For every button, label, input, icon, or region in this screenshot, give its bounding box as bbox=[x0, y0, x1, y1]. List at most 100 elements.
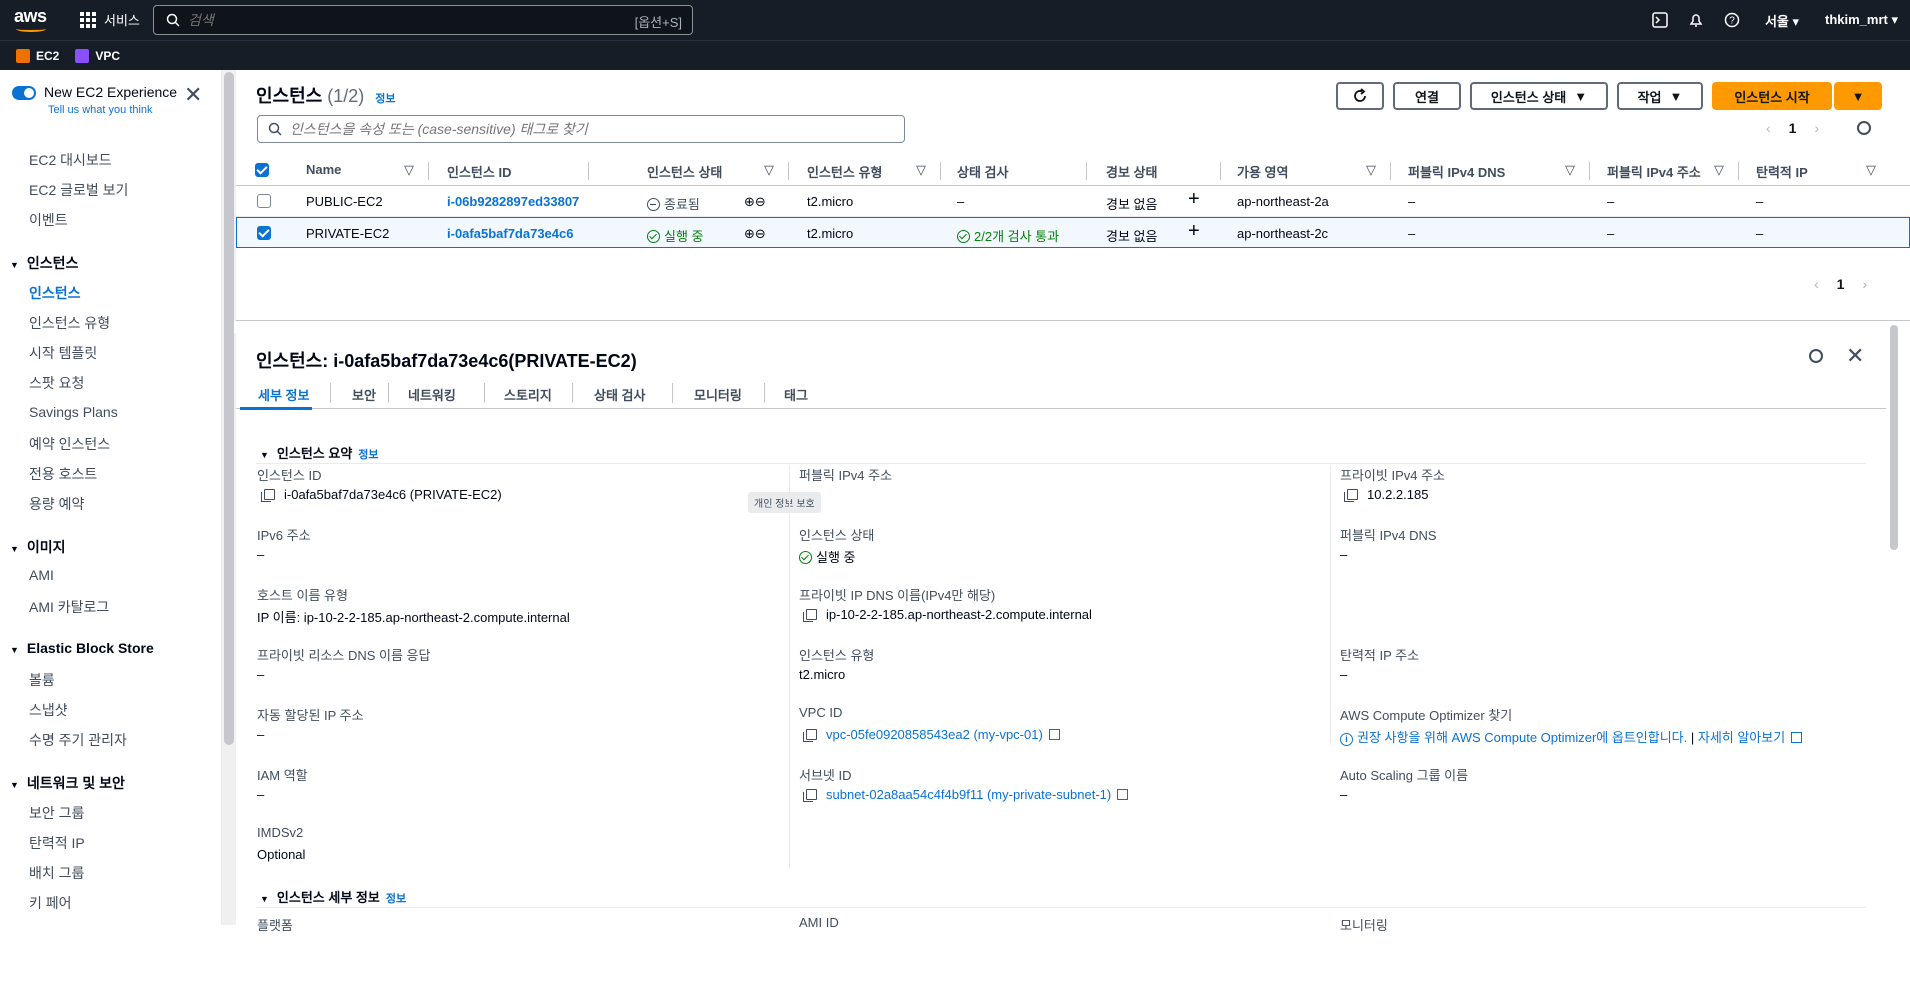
instance-details-section[interactable]: 인스턴스 세부 정보 정보 bbox=[260, 887, 406, 906]
tab-monitoring[interactable]: 모니터링 bbox=[694, 385, 742, 404]
column-header-alarm-status[interactable]: 경보 상태 bbox=[1106, 162, 1157, 181]
instance-id-link[interactable]: i-06b9282897ed33807 bbox=[447, 194, 579, 209]
account-menu[interactable]: thkim_mrt ▾ bbox=[1825, 12, 1898, 28]
help-icon[interactable]: ? bbox=[1717, 0, 1747, 40]
gear-icon[interactable] bbox=[1809, 349, 1823, 363]
close-icon[interactable]: ✕ bbox=[1846, 343, 1864, 369]
nav-savings-plans[interactable]: Savings Plans bbox=[29, 404, 118, 420]
select-all-checkbox[interactable] bbox=[255, 163, 269, 177]
filter-input[interactable] bbox=[290, 121, 890, 137]
optimizer-optin-link[interactable]: 권장 사항을 위해 AWS Compute Optimizer에 옵트인합니다. bbox=[1357, 730, 1687, 745]
nav-ec2-global-view[interactable]: EC2 글로벌 보기 bbox=[29, 180, 128, 200]
vpc-link[interactable]: vpc-05fe0920858543ea2 (my-vpc-01) bbox=[803, 727, 1060, 742]
nav-key-pairs[interactable]: 키 페어 bbox=[29, 893, 72, 913]
instance-id-link[interactable]: i-0afa5baf7da73e4c6 bbox=[447, 226, 573, 241]
page-number[interactable]: 1 bbox=[1837, 276, 1845, 292]
actions-button[interactable]: 작업 ▼ bbox=[1617, 82, 1703, 110]
launch-instances-button[interactable]: 인스턴스 시작 bbox=[1712, 82, 1832, 110]
gear-icon[interactable] bbox=[1857, 121, 1872, 135]
prev-page-icon[interactable]: ‹ bbox=[1766, 120, 1771, 136]
sort-icon[interactable]: ▽ bbox=[404, 162, 414, 178]
zoom-icons[interactable]: ⊕⊖ bbox=[744, 226, 766, 242]
launch-dropdown-button[interactable]: ▼ bbox=[1834, 82, 1882, 110]
sort-icon[interactable]: ▽ bbox=[916, 162, 926, 178]
nav-security-groups[interactable]: 보안 그룹 bbox=[29, 803, 84, 823]
nav-section-instances[interactable]: 인스턴스 bbox=[10, 253, 79, 273]
services-menu-button[interactable]: 서비스 bbox=[80, 10, 140, 29]
nav-events[interactable]: 이벤트 bbox=[29, 210, 68, 230]
row-checkbox[interactable] bbox=[257, 226, 271, 240]
column-header-name[interactable]: Name bbox=[306, 162, 341, 177]
add-alarm-icon[interactable]: + bbox=[1188, 220, 1200, 243]
copy-icon[interactable] bbox=[1344, 489, 1358, 502]
nav-capacity-reservations[interactable]: 용량 예약 bbox=[29, 494, 84, 514]
info-link[interactable]: 정보 bbox=[375, 93, 395, 105]
sort-icon[interactable]: ▽ bbox=[764, 162, 774, 178]
nav-placement-groups[interactable]: 배치 그룹 bbox=[29, 863, 84, 883]
region-selector[interactable]: 서울 ▾ bbox=[1765, 11, 1799, 30]
column-header-instance-state[interactable]: 인스턴스 상태 bbox=[647, 162, 722, 181]
nav-section-images[interactable]: 이미지 bbox=[10, 537, 66, 557]
learn-more-link[interactable]: 자세히 알아보기 bbox=[1698, 730, 1785, 745]
copy-icon[interactable] bbox=[261, 489, 275, 502]
sort-icon[interactable]: ▽ bbox=[1565, 162, 1575, 178]
nav-section-network-security[interactable]: 네트워크 및 보안 bbox=[10, 773, 125, 793]
subnet-link[interactable]: subnet-02a8aa54c4f4b9f11 (my-private-sub… bbox=[803, 787, 1129, 802]
nav-lifecycle-manager[interactable]: 수명 주기 관리자 bbox=[29, 730, 127, 750]
nav-ec2-dashboard[interactable]: EC2 대시보드 bbox=[29, 150, 112, 170]
nav-section-ebs[interactable]: Elastic Block Store bbox=[10, 640, 154, 656]
column-header-instance-id[interactable]: 인스턴스 ID bbox=[447, 162, 511, 181]
nav-volumes[interactable]: 볼륨 bbox=[29, 670, 55, 690]
nav-ami[interactable]: AMI bbox=[29, 567, 54, 583]
copy-icon[interactable] bbox=[803, 729, 817, 742]
details-scrollbar[interactable] bbox=[1890, 325, 1898, 550]
column-header-public-ip[interactable]: 퍼블릭 IPv4 주소 bbox=[1607, 162, 1701, 181]
copy-icon[interactable] bbox=[803, 789, 817, 802]
tab-networking[interactable]: 네트워킹 bbox=[408, 385, 456, 404]
zoom-icons[interactable]: ⊕⊖ bbox=[744, 194, 766, 210]
nav-instances[interactable]: 인스턴스 bbox=[29, 283, 81, 303]
instance-state-button[interactable]: 인스턴스 상태 ▼ bbox=[1470, 82, 1608, 110]
page-number[interactable]: 1 bbox=[1789, 120, 1797, 136]
column-header-elastic-ip[interactable]: 탄력적 IP bbox=[1756, 162, 1808, 181]
close-icon[interactable]: ✕ bbox=[184, 82, 202, 108]
refresh-button[interactable] bbox=[1336, 82, 1384, 110]
bell-icon[interactable] bbox=[1681, 0, 1711, 40]
search-input[interactable] bbox=[188, 12, 608, 28]
new-experience-toggle[interactable] bbox=[12, 86, 36, 100]
next-page-icon[interactable]: › bbox=[1862, 276, 1867, 292]
nav-instance-types[interactable]: 인스턴스 유형 bbox=[29, 313, 110, 333]
sort-icon[interactable]: ▽ bbox=[1866, 162, 1876, 178]
global-search[interactable]: [옵션+S] bbox=[153, 5, 693, 35]
nav-launch-templates[interactable]: 시작 템플릿 bbox=[29, 343, 97, 363]
info-link[interactable]: 정보 bbox=[358, 449, 378, 461]
add-alarm-icon[interactable]: + bbox=[1188, 188, 1200, 211]
sort-icon[interactable]: ▽ bbox=[1714, 162, 1724, 178]
nav-spot-requests[interactable]: 스팟 요청 bbox=[29, 373, 84, 393]
column-header-status-check[interactable]: 상태 검사 bbox=[957, 162, 1008, 181]
info-link[interactable]: 정보 bbox=[386, 893, 406, 905]
nav-dedicated-hosts[interactable]: 전용 호스트 bbox=[29, 464, 97, 484]
nav-snapshots[interactable]: 스냅샷 bbox=[29, 700, 68, 720]
sort-icon[interactable]: ▽ bbox=[1366, 162, 1376, 178]
sidebar-scrollbar[interactable] bbox=[224, 72, 234, 745]
feedback-link[interactable]: Tell us what you think bbox=[48, 104, 153, 116]
tab-details[interactable]: 세부 정보 bbox=[258, 385, 309, 404]
table-row-selected[interactable]: PRIVATE-EC2 i-0afa5baf7da73e4c6 실행 중 ⊕⊖ … bbox=[236, 217, 1910, 248]
table-row[interactable]: PUBLIC-EC2 i-06b9282897ed33807 종료됨 ⊕⊖ t2… bbox=[236, 186, 1910, 217]
tab-tags[interactable]: 태그 bbox=[784, 385, 808, 404]
nav-reserved-instances[interactable]: 예약 인스턴스 bbox=[29, 434, 110, 454]
row-checkbox[interactable] bbox=[257, 194, 271, 208]
favorite-vpc[interactable]: VPC bbox=[75, 48, 120, 63]
copy-icon[interactable] bbox=[803, 609, 817, 622]
column-header-public-dns[interactable]: 퍼블릭 IPv4 DNS bbox=[1408, 162, 1505, 181]
aws-logo[interactable]: aws bbox=[14, 6, 47, 32]
instance-summary-section[interactable]: 인스턴스 요약 정보 bbox=[260, 443, 379, 462]
tab-security[interactable]: 보안 bbox=[352, 385, 376, 404]
next-page-icon[interactable]: › bbox=[1814, 120, 1819, 136]
tab-storage[interactable]: 스토리지 bbox=[504, 385, 552, 404]
nav-elastic-ips[interactable]: 탄력적 IP bbox=[29, 833, 85, 853]
tab-status-checks[interactable]: 상태 검사 bbox=[594, 385, 645, 404]
column-header-availability-zone[interactable]: 가용 영역 bbox=[1237, 162, 1288, 181]
prev-page-icon[interactable]: ‹ bbox=[1814, 276, 1819, 292]
